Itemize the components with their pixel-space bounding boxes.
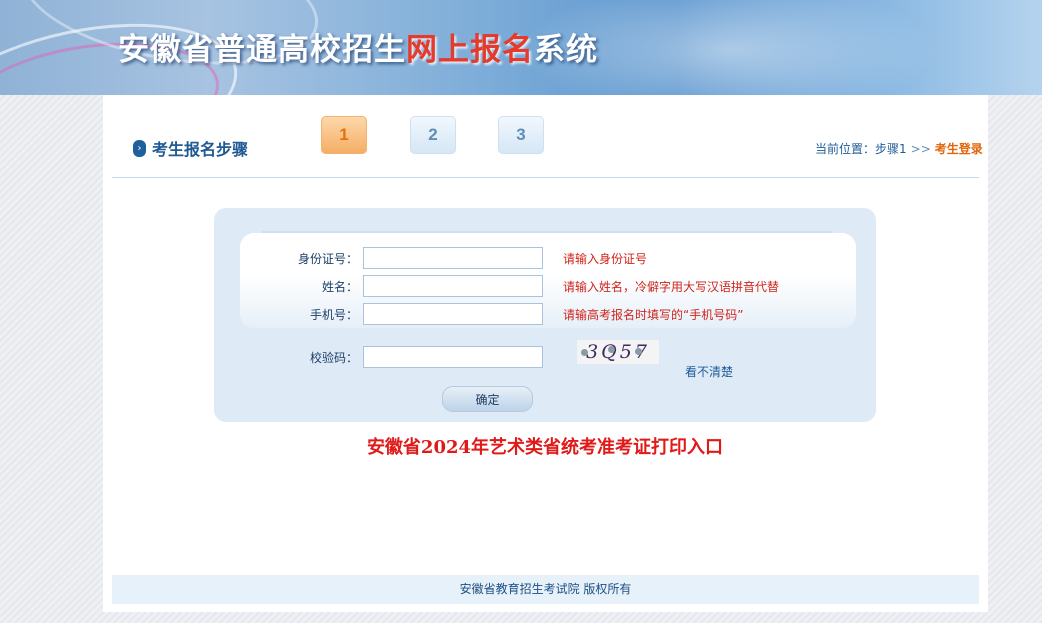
name-hint: 请输入姓名，冷僻字用大写汉语拼音代替 bbox=[563, 280, 780, 294]
phone-label: 手机号： bbox=[309, 308, 358, 322]
steps-heading: › 考生报名步骤 bbox=[133, 136, 248, 160]
step-1-indicator: 1 bbox=[321, 116, 367, 154]
arrow-right-icon: › bbox=[133, 139, 146, 157]
refresh-captcha-link[interactable]: 看不清楚 bbox=[685, 363, 733, 380]
step-2-indicator: 2 bbox=[410, 116, 456, 154]
breadcrumb-separator: >> bbox=[910, 142, 931, 156]
system-title: 安徽省普通高校招生网上报名系统 bbox=[118, 24, 598, 69]
system-title-highlight: 网上报名 bbox=[406, 32, 534, 68]
captcha-noise-dot bbox=[581, 349, 588, 356]
id-number-hint: 请输入身份证号 bbox=[563, 252, 648, 266]
captcha-label: 校验码： bbox=[309, 351, 358, 365]
breadcrumb-current: 考生登录 bbox=[934, 142, 983, 156]
captcha-noise-dot bbox=[608, 346, 615, 353]
admission-ticket-print-link[interactable]: 安徽省2024年艺术类省统考准考证打印入口 bbox=[352, 433, 738, 459]
name-input[interactable] bbox=[363, 275, 543, 297]
captcha-input[interactable] bbox=[363, 346, 543, 368]
submit-button[interactable]: 确定 bbox=[442, 386, 533, 412]
step-3-indicator: 3 bbox=[498, 116, 544, 154]
id-number-input[interactable] bbox=[363, 247, 543, 269]
name-label: 姓名： bbox=[321, 280, 358, 294]
header-divider bbox=[112, 177, 979, 178]
phone-input[interactable] bbox=[363, 303, 543, 325]
breadcrumb-prefix: 当前位置：步骤1 bbox=[815, 142, 907, 156]
id-number-label: 身份证号： bbox=[297, 252, 358, 266]
system-title-part1: 安徽省普通高校招生 bbox=[118, 32, 406, 68]
steps-heading-label: 考生报名步骤 bbox=[152, 140, 249, 159]
phone-hint: 请输高考报名时填写的“手机号码” bbox=[563, 308, 744, 322]
captcha-noise-dot bbox=[635, 348, 642, 355]
form-top-line bbox=[262, 231, 832, 233]
header-banner: 安徽省普通高校招生网上报名系统 bbox=[0, 0, 1042, 95]
captcha-image[interactable]: 3Q57 bbox=[577, 340, 659, 364]
system-title-part2: 系统 bbox=[534, 32, 598, 68]
breadcrumb: 当前位置：步骤1 >> 考生登录 bbox=[815, 140, 983, 157]
footer-copyright: 安徽省教育招生考试院 版权所有 bbox=[112, 575, 979, 604]
